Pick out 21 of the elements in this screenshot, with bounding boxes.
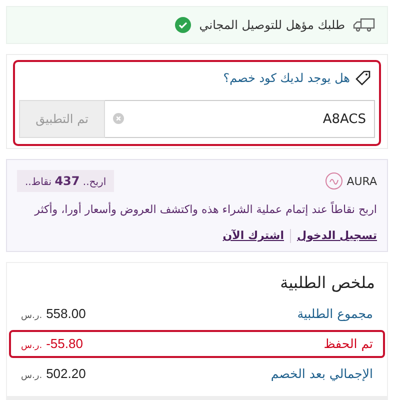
amount: 558.00 [46, 306, 86, 321]
row-label: الإجمالي بعد الخصم [270, 366, 373, 381]
login-link[interactable]: تسجيل الدخول [296, 229, 377, 242]
row-label: تم الحفظ [324, 336, 373, 351]
banner-text: طلبك مؤهل للتوصيل المجاني [199, 18, 345, 32]
truck-icon [353, 18, 375, 32]
currency: ر.س. [21, 371, 42, 381]
currency: ر.س. [21, 341, 42, 351]
summary-title: ملخص الطلبية [279, 272, 376, 294]
signup-link[interactable]: اشترك الآن [222, 229, 284, 242]
tag-icon [355, 70, 371, 86]
clear-icon[interactable] [113, 113, 124, 124]
coupon-input[interactable]: A8ACS [105, 100, 375, 138]
brand-name: AURA [346, 174, 377, 188]
amount: -55.80 [46, 336, 83, 351]
currency: ر.س. [21, 311, 42, 321]
row-label: مجموع الطلبية [297, 306, 373, 321]
amount: 502.20 [46, 366, 86, 381]
loyalty-description: اربح نقاطاً عند إتمام عملية الشراء هذه واكتشف العروض وأسعار أورا، وأكثر [33, 202, 377, 218]
logo-icon [324, 172, 343, 190]
coupon-question: هل يوجد لديك كود خصم؟ [223, 71, 350, 85]
